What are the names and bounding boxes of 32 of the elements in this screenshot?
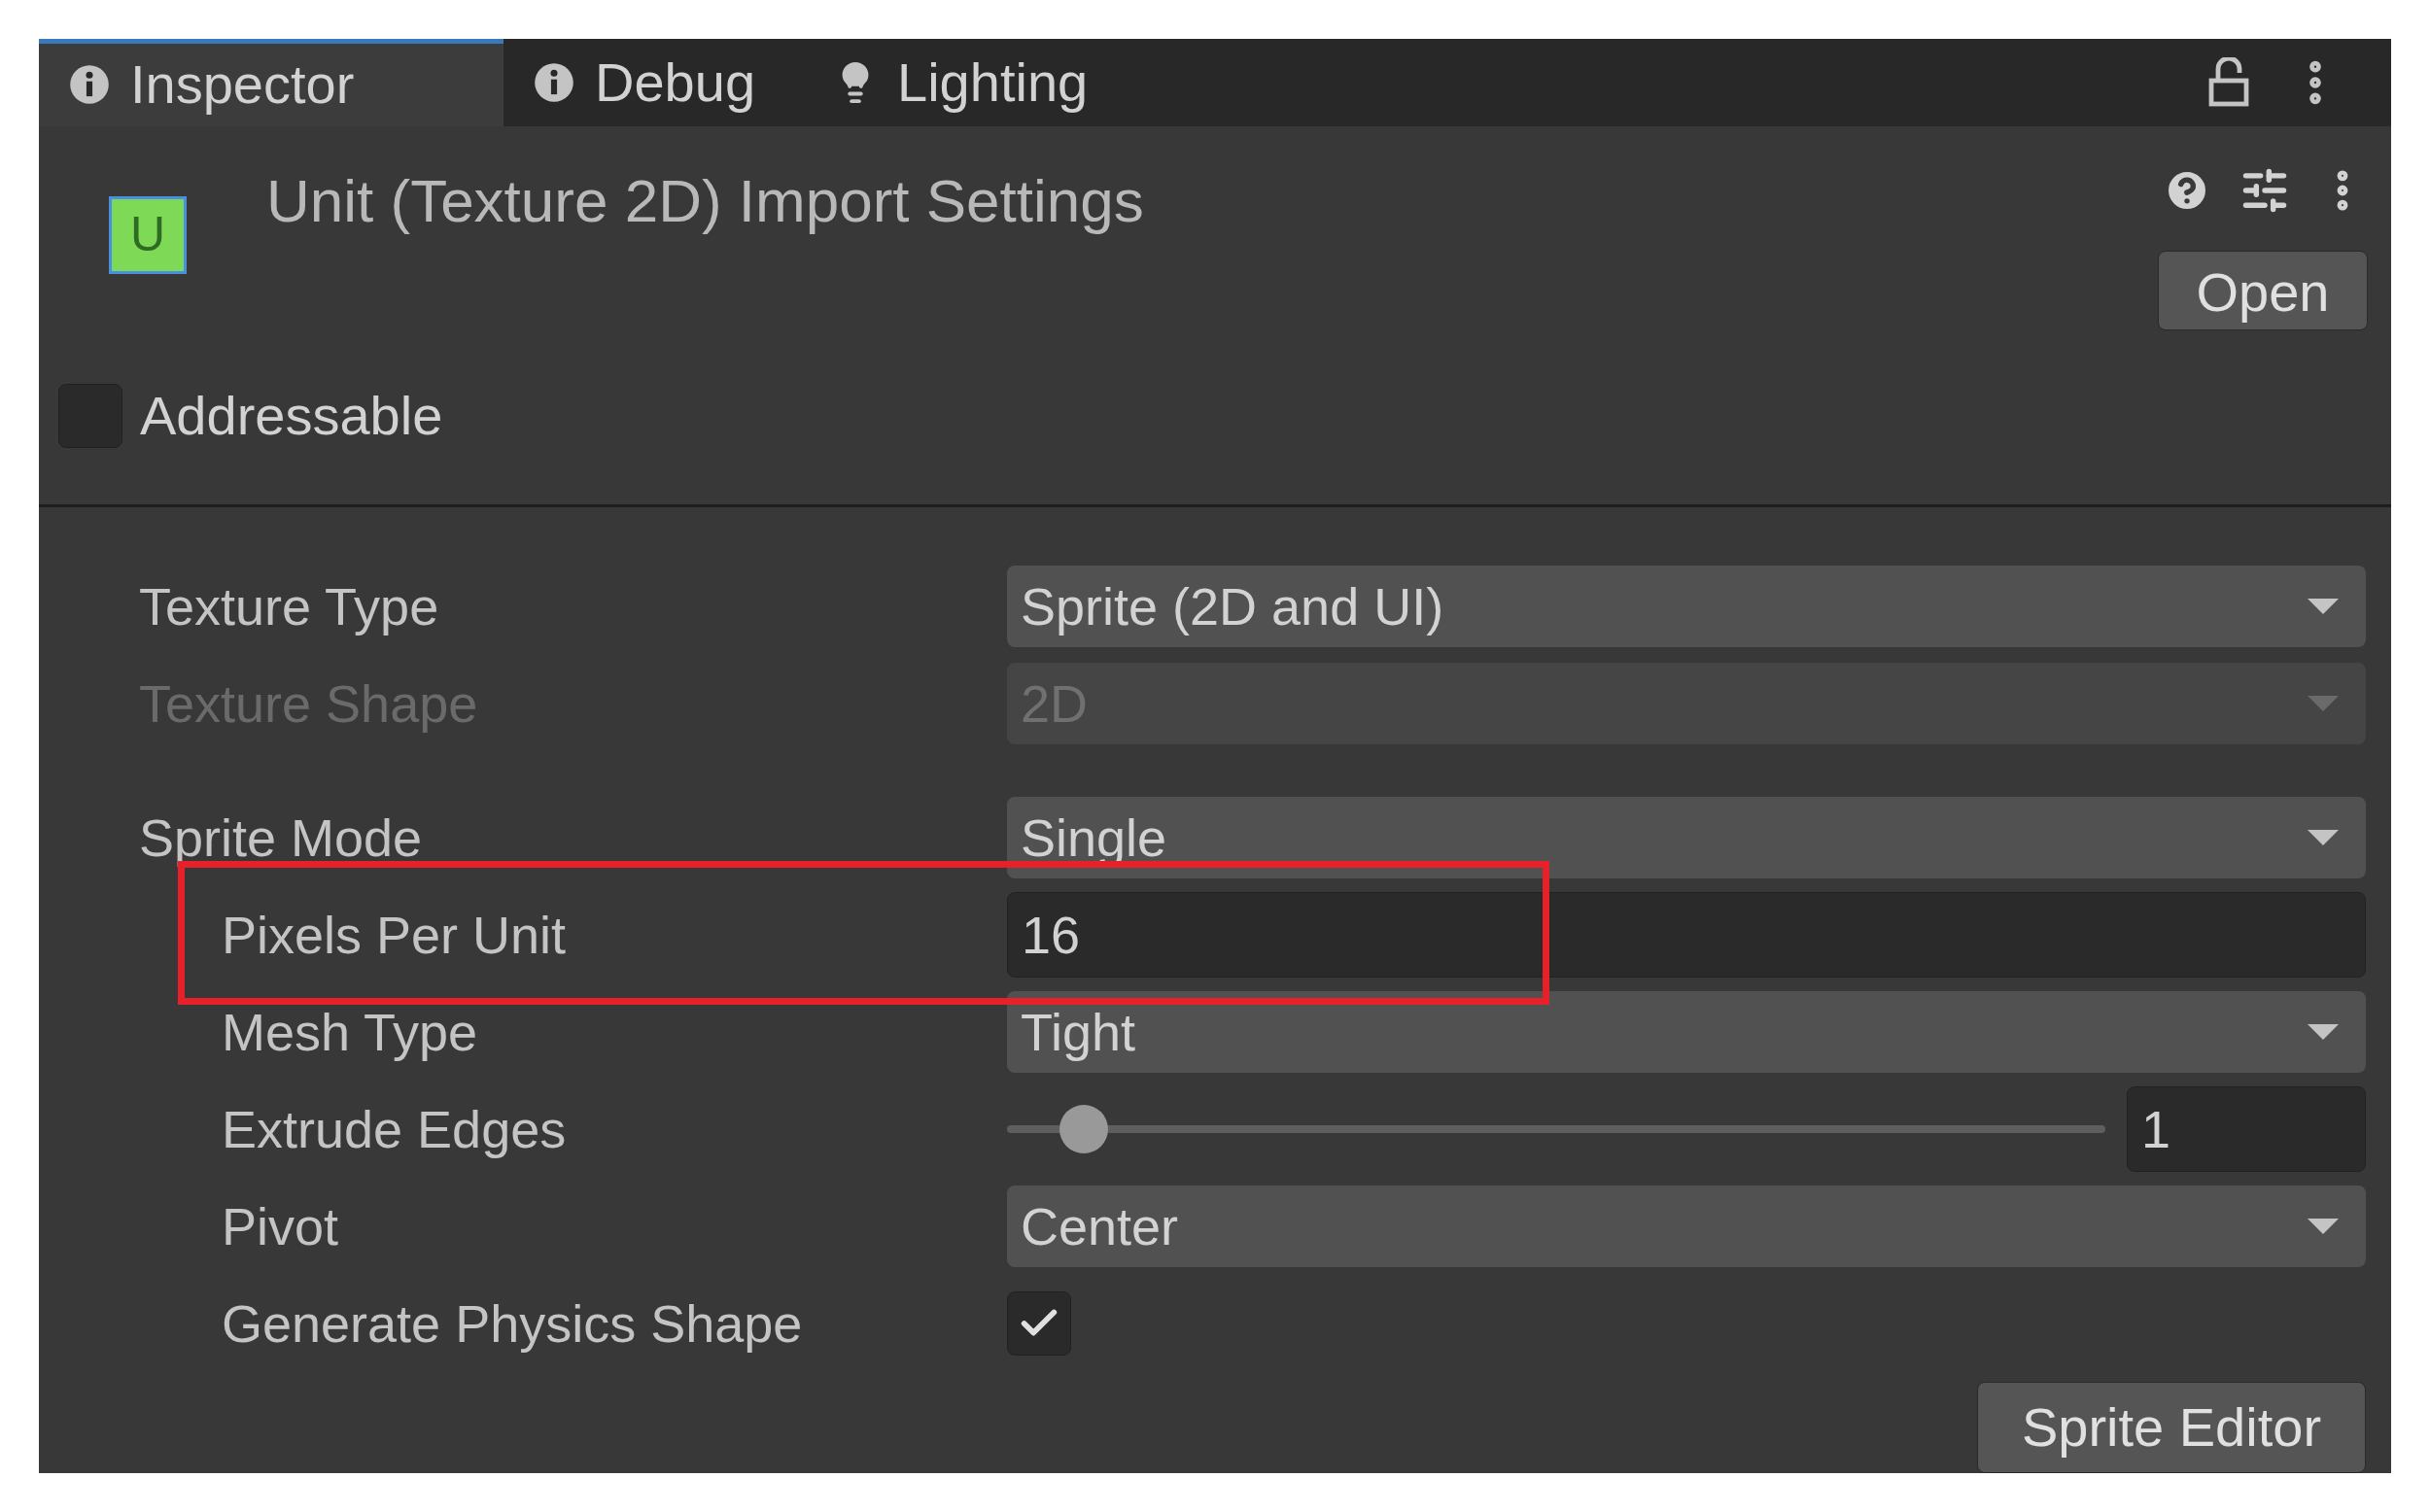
lock-icon[interactable] (2208, 56, 2249, 108)
number-field[interactable]: 1 (2127, 1086, 2366, 1172)
dropdown[interactable]: Tight (1007, 991, 2366, 1073)
texture-badge: U (109, 195, 187, 274)
caret-icon (2306, 694, 2341, 713)
field-label: Sprite Mode (139, 807, 424, 869)
slider-track[interactable] (1007, 1105, 2105, 1153)
open-button[interactable]: Open (2158, 250, 2368, 330)
field-label: Pixels Per Unit (222, 904, 568, 966)
checkbox-label: Addressable (140, 383, 443, 448)
tab[interactable]: Debug (503, 39, 805, 126)
field-label: Extrude Edges (222, 1098, 568, 1160)
tab[interactable]: Inspector (39, 39, 503, 126)
tab[interactable]: Lighting (804, 39, 1137, 126)
checkbox[interactable] (1007, 1291, 1071, 1356)
field-label: Generate Physics Shape (222, 1292, 804, 1355)
info-icon (533, 60, 575, 104)
caret-icon (2306, 1022, 2341, 1042)
caret-icon (2306, 597, 2341, 616)
dropdown[interactable]: Single (1007, 797, 2366, 878)
window-title: Unit (Texture 2D) Import Settings (266, 165, 1144, 236)
field-label: Texture Type (139, 575, 440, 637)
field-label: Pivot (222, 1195, 340, 1257)
caret-icon (2306, 828, 2341, 847)
slider-thumb[interactable] (1059, 1105, 1108, 1153)
number-field[interactable]: 16 (1007, 892, 2366, 978)
dropdown[interactable]: Center (1007, 1186, 2366, 1267)
info-icon (68, 63, 111, 107)
dropdown[interactable]: Sprite (2D and UI) (1007, 566, 2366, 647)
sprite-editor-button[interactable]: Sprite Editor (1977, 1382, 2366, 1473)
field-label: Mesh Type (222, 1001, 479, 1063)
caret-icon (2306, 1217, 2341, 1236)
